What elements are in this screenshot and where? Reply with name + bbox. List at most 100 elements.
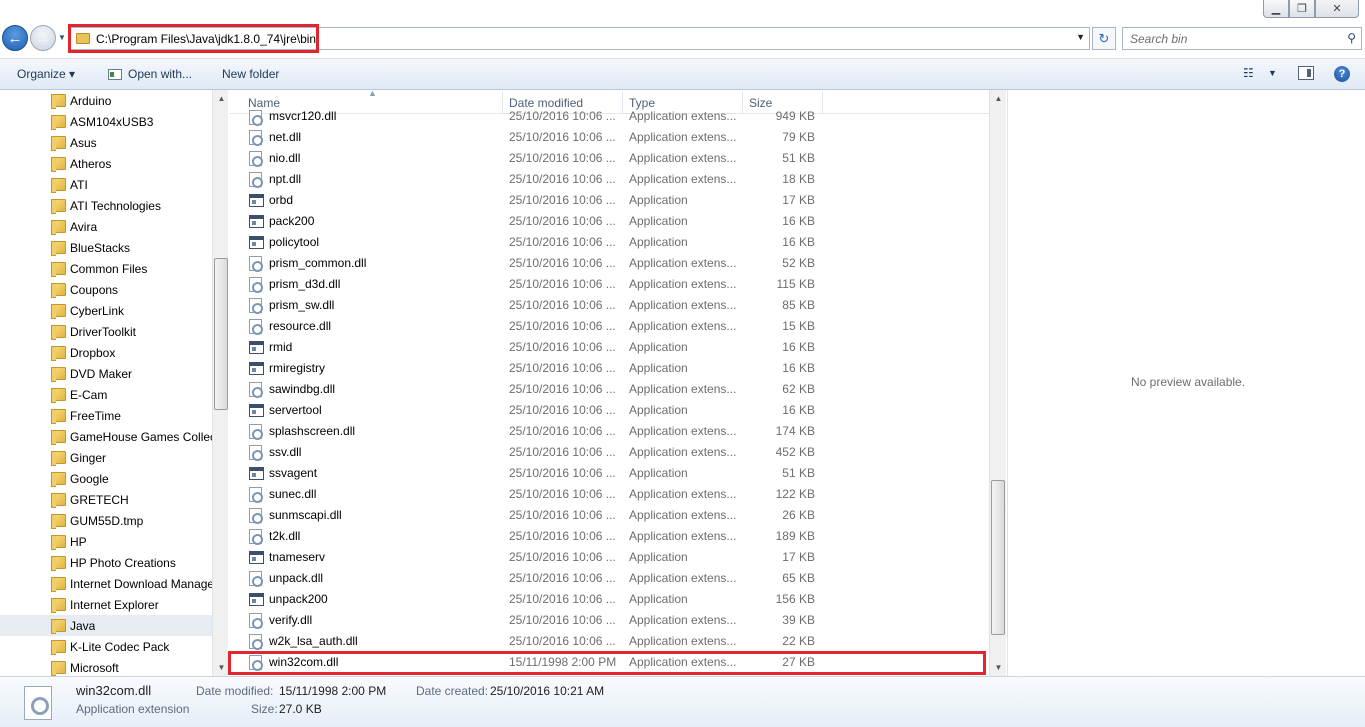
- file-row[interactable]: orbd 25/10/2016 10:06 ... Application 17 KB: [230, 189, 990, 210]
- file-row[interactable]: prism_d3d.dll 25/10/2016 10:06 ... Applica…: [230, 273, 990, 294]
- file-size: 17 KB: [782, 550, 815, 564]
- scroll-up-icon[interactable]: ▲: [213, 90, 228, 107]
- file-name: w2k_lsa_auth.dll: [269, 634, 358, 648]
- file-name: ssv.dll: [269, 445, 302, 459]
- sidebar-item[interactable]: K-Lite Codec Pack: [0, 636, 212, 657]
- sidebar-item[interactable]: Microsoft: [0, 657, 212, 676]
- file-name: sunmscapi.dll: [269, 508, 342, 522]
- sidebar-item[interactable]: Dropbox: [0, 342, 212, 363]
- sidebar-item[interactable]: HP Photo Creations: [0, 552, 212, 573]
- search-box[interactable]: ⚲: [1122, 27, 1362, 50]
- column-header-name[interactable]: Name: [248, 96, 280, 110]
- sidebar-item[interactable]: Google: [0, 468, 212, 489]
- organize-button[interactable]: Organize ▾: [17, 67, 75, 81]
- file-row[interactable]: tnameserv 25/10/2016 10:06 ... Application…: [230, 546, 990, 567]
- sidebar-item[interactable]: CyberLink: [0, 300, 212, 321]
- sidebar-item-label: DVD Maker: [70, 366, 133, 381]
- view-options-dropdown-icon[interactable]: ▼: [1268, 68, 1277, 78]
- sidebar-item[interactable]: Coupons: [0, 279, 212, 300]
- file-row[interactable]: pack200 25/10/2016 10:06 ... Application 16…: [230, 210, 990, 231]
- refresh-button[interactable]: ↻: [1092, 27, 1116, 50]
- sidebar-item[interactable]: FreeTime: [0, 405, 212, 426]
- sidebar-item[interactable]: Arduino: [0, 90, 212, 111]
- file-row[interactable]: sunmscapi.dll 25/10/2016 10:06 ... Applica…: [230, 504, 990, 525]
- file-row[interactable]: sawindbg.dll 25/10/2016 10:06 ... Applicat…: [230, 378, 990, 399]
- sidebar-item[interactable]: Avira: [0, 216, 212, 237]
- sidebar-item[interactable]: BlueStacks: [0, 237, 212, 258]
- file-row[interactable]: w2k_lsa_auth.dll 25/10/2016 10:06 ... Appl…: [230, 630, 990, 651]
- sidebar-item[interactable]: GRETECH: [0, 489, 212, 510]
- sidebar-item[interactable]: E-Cam: [0, 384, 212, 405]
- sidebar-item[interactable]: Internet Download Manager: [0, 573, 212, 594]
- sidebar-item[interactable]: HP: [0, 531, 212, 552]
- scrollbar-thumb[interactable]: [991, 480, 1005, 635]
- file-row[interactable]: sunec.dll 25/10/2016 10:06 ... Application…: [230, 483, 990, 504]
- file-row[interactable]: npt.dll 25/10/2016 10:06 ... Application e…: [230, 168, 990, 189]
- column-header-size[interactable]: Size: [749, 96, 772, 110]
- file-row[interactable]: nio.dll 25/10/2016 10:06 ... Application e…: [230, 147, 990, 168]
- minimize-button[interactable]: ▁: [1263, 0, 1289, 18]
- recent-pages-dropdown-icon[interactable]: ▼: [58, 33, 66, 42]
- sidebar-item[interactable]: DVD Maker: [0, 363, 212, 384]
- preview-pane-toggle-icon[interactable]: [1298, 66, 1314, 80]
- sidebar-item[interactable]: Java: [0, 615, 212, 636]
- new-folder-button[interactable]: New folder: [222, 67, 279, 81]
- scroll-down-icon[interactable]: ▼: [213, 659, 228, 676]
- file-date-modified: 25/10/2016 10:06 ...: [509, 235, 616, 249]
- file-row[interactable]: policytool 25/10/2016 10:06 ... Applicatio…: [230, 231, 990, 252]
- file-row[interactable]: verify.dll 25/10/2016 10:06 ... Applicatio…: [230, 609, 990, 630]
- file-row[interactable]: servertool 25/10/2016 10:06 ... Applicatio…: [230, 399, 990, 420]
- dll-file-icon: [249, 110, 263, 126]
- column-divider[interactable]: [502, 92, 503, 114]
- column-header-type[interactable]: Type: [629, 96, 655, 110]
- change-view-icon[interactable]: ☷: [1243, 66, 1254, 80]
- sidebar-item[interactable]: Common Files: [0, 258, 212, 279]
- sidebar-item-label: Common Files: [70, 261, 148, 276]
- file-size: 156 KB: [775, 592, 815, 606]
- navigation-scrollbar[interactable]: ▲ ▼: [212, 90, 228, 676]
- file-row[interactable]: rmid 25/10/2016 10:06 ... Application 16 KB: [230, 336, 990, 357]
- sidebar-item[interactable]: Ginger: [0, 447, 212, 468]
- sidebar-item[interactable]: ATI Technologies: [0, 195, 212, 216]
- file-row[interactable]: resource.dll 25/10/2016 10:06 ... Applicat…: [230, 315, 990, 336]
- search-icon[interactable]: ⚲: [1347, 31, 1356, 45]
- file-size: 39 KB: [782, 613, 815, 627]
- column-divider[interactable]: [742, 92, 743, 114]
- sidebar-item[interactable]: ATI: [0, 174, 212, 195]
- file-row[interactable]: splashscreen.dll 25/10/2016 10:06 ... Appl…: [230, 420, 990, 441]
- file-row[interactable]: t2k.dll 25/10/2016 10:06 ... Application e…: [230, 525, 990, 546]
- sidebar-item[interactable]: Internet Explorer: [0, 594, 212, 615]
- scrollbar-thumb[interactable]: [214, 258, 228, 410]
- file-row[interactable]: net.dll 25/10/2016 10:06 ... Application e…: [230, 126, 990, 147]
- forward-button[interactable]: →: [30, 25, 56, 51]
- column-header-date-modified[interactable]: Date modified: [509, 96, 583, 110]
- sidebar-item[interactable]: DriverToolkit: [0, 321, 212, 342]
- close-button[interactable]: ✕: [1315, 0, 1359, 18]
- open-with-button[interactable]: Open with...: [108, 67, 192, 81]
- search-input[interactable]: [1123, 28, 1333, 49]
- scroll-up-icon[interactable]: ▲: [990, 90, 1007, 107]
- column-divider[interactable]: [822, 92, 823, 114]
- sidebar-item-label: GRETECH: [70, 492, 129, 507]
- file-row[interactable]: prism_sw.dll 25/10/2016 10:06 ... Applicat…: [230, 294, 990, 315]
- sidebar-item[interactable]: GameHouse Games Collection: [0, 426, 212, 447]
- sidebar-item[interactable]: Asus: [0, 132, 212, 153]
- column-divider[interactable]: [622, 92, 623, 114]
- back-button[interactable]: ←: [2, 25, 28, 51]
- maximize-button[interactable]: ❐: [1289, 0, 1315, 18]
- sidebar-item[interactable]: Atheros: [0, 153, 212, 174]
- file-list-scrollbar[interactable]: ▲ ▼: [989, 90, 1006, 676]
- help-icon[interactable]: ?: [1334, 66, 1350, 82]
- sidebar-item-label: GUM55D.tmp: [70, 513, 144, 528]
- file-row[interactable]: rmiregistry 25/10/2016 10:06 ... Applicati…: [230, 357, 990, 378]
- sidebar-item[interactable]: GUM55D.tmp: [0, 510, 212, 531]
- file-row[interactable]: ssvagent 25/10/2016 10:06 ... Application 5…: [230, 462, 990, 483]
- scroll-down-icon[interactable]: ▼: [990, 659, 1007, 676]
- address-dropdown-icon[interactable]: ▼: [1076, 32, 1085, 42]
- file-row[interactable]: prism_common.dll 25/10/2016 10:06 ... Appl…: [230, 252, 990, 273]
- file-row[interactable]: ssv.dll 25/10/2016 10:06 ... Application e…: [230, 441, 990, 462]
- file-row[interactable]: unpack200 25/10/2016 10:06 ... Application…: [230, 588, 990, 609]
- sidebar-item[interactable]: ASM104xUSB3: [0, 111, 212, 132]
- file-row[interactable]: unpack.dll 25/10/2016 10:06 ... Applicatio…: [230, 567, 990, 588]
- file-name: unpack200: [269, 592, 328, 606]
